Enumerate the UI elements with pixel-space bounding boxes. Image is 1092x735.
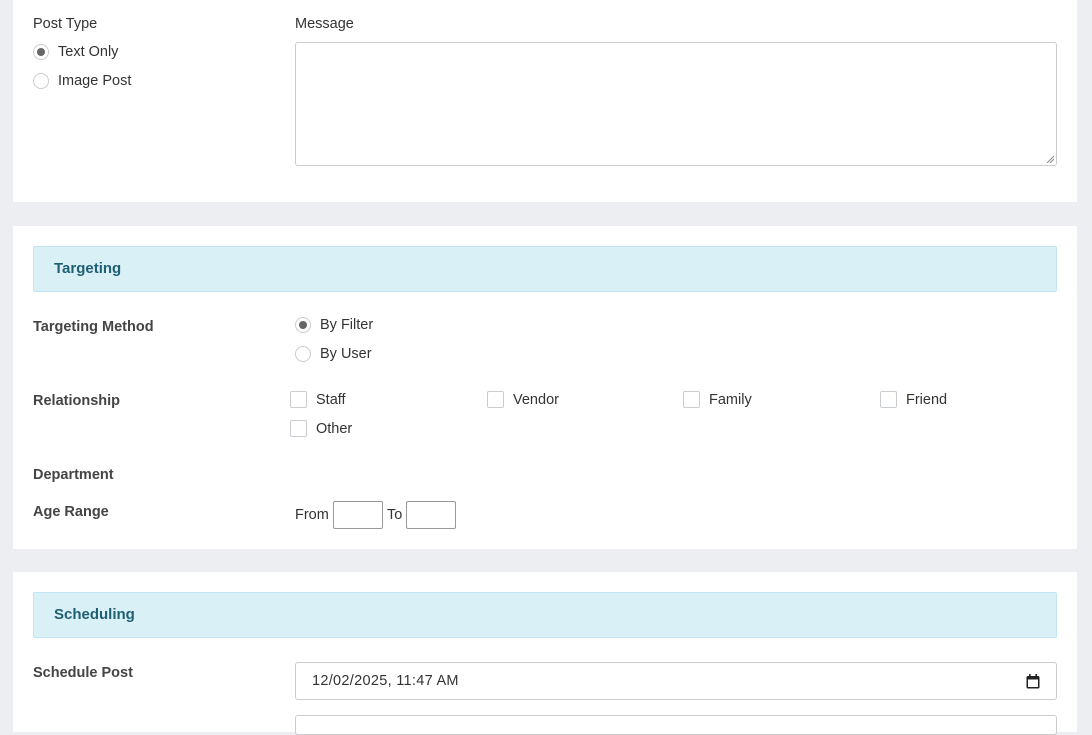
checkbox-label: Staff — [316, 391, 346, 408]
post-content-card: Post Type Text Only Image Post Message — [13, 0, 1077, 202]
checkbox-label: Family — [709, 391, 752, 408]
targeting-header: Targeting — [33, 246, 1057, 292]
department-label: Department — [33, 467, 114, 483]
radio-by-user[interactable]: By User — [295, 346, 372, 362]
checkbox-staff[interactable]: Staff — [290, 391, 346, 408]
age-from-input[interactable] — [333, 501, 383, 529]
checkbox[interactable] — [880, 391, 897, 408]
radio-button-checked[interactable] — [295, 317, 311, 333]
radio-button-checked[interactable] — [33, 44, 49, 60]
checkbox-label: Friend — [906, 391, 948, 408]
to-label: To — [387, 507, 403, 523]
checkbox-vendor[interactable]: Vendor — [487, 391, 559, 408]
datetime-value: 12/02/2025, 11:47 AM — [312, 673, 459, 689]
radio-label: Text Only — [58, 44, 119, 60]
calendar-icon[interactable] — [1026, 674, 1040, 689]
checkbox[interactable] — [683, 391, 700, 408]
next-field-input[interactable] — [295, 715, 1057, 735]
radio-button[interactable] — [33, 73, 49, 89]
radio-label: By Filter — [320, 317, 374, 333]
scheduling-card: Scheduling Schedule Post 12/02/2025, 11:… — [13, 572, 1077, 735]
from-label: From — [295, 507, 329, 523]
message-textarea[interactable] — [295, 42, 1057, 166]
radio-image-post[interactable]: Image Post — [33, 73, 131, 89]
checkbox-friend[interactable]: Friend — [880, 391, 947, 408]
checkbox-label: Vendor — [513, 391, 559, 408]
checkbox-other[interactable]: Other — [290, 420, 352, 437]
checkbox[interactable] — [290, 391, 307, 408]
schedule-datetime-input[interactable]: 12/02/2025, 11:47 AM — [295, 662, 1057, 700]
checkbox[interactable] — [487, 391, 504, 408]
schedule-post-label: Schedule Post — [33, 665, 133, 681]
age-range-label: Age Range — [33, 504, 109, 520]
checkbox-family[interactable]: Family — [683, 391, 752, 408]
targeting-method-label: Targeting Method — [33, 319, 154, 335]
message-label: Message — [295, 16, 354, 32]
checkbox[interactable] — [290, 420, 307, 437]
radio-by-filter[interactable]: By Filter — [295, 317, 373, 333]
checkbox-label: Other — [316, 420, 353, 437]
scheduling-header: Scheduling — [33, 592, 1057, 638]
post-type-label: Post Type — [33, 16, 98, 32]
radio-text-only[interactable]: Text Only — [33, 44, 118, 60]
relationship-label: Relationship — [33, 393, 121, 409]
radio-label: Image Post — [58, 73, 132, 89]
age-to-input[interactable] — [406, 501, 456, 529]
radio-label: By User — [320, 346, 372, 362]
targeting-card: Targeting Targeting Method By Filter By … — [13, 226, 1077, 549]
resize-grip-icon[interactable] — [1046, 155, 1054, 163]
radio-button[interactable] — [295, 346, 311, 362]
